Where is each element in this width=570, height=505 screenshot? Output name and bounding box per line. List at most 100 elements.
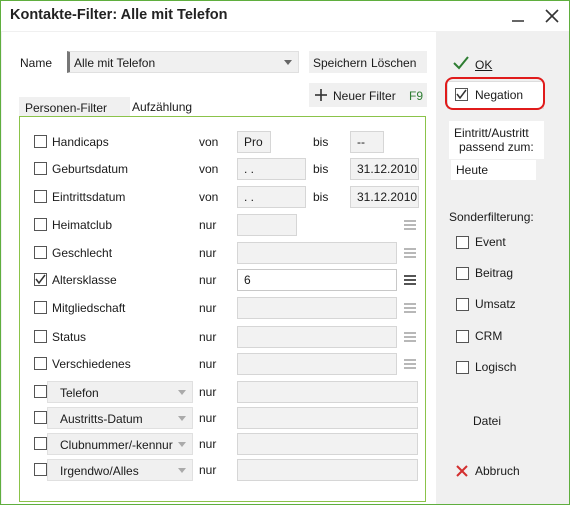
- row-checkbox[interactable]: [34, 135, 47, 148]
- row-field-select[interactable]: Irgendwo/Alles: [47, 459, 193, 481]
- minimize-button[interactable]: [506, 4, 530, 28]
- negation-highlight: [445, 77, 545, 110]
- sonder-label: Sonderfilterung:: [449, 210, 534, 224]
- title-bar: Kontakte-Filter: Alle mit Telefon: [1, 1, 569, 31]
- row-checkbox[interactable]: [34, 301, 47, 314]
- row-label: Geburtsdatum: [52, 162, 129, 176]
- eintritt-value-field[interactable]: Heute: [451, 160, 536, 180]
- row-checkbox[interactable]: [34, 246, 47, 259]
- chevron-down-icon: [178, 390, 186, 395]
- row-value-field[interactable]: [237, 381, 418, 403]
- row-value-field[interactable]: 6: [237, 269, 397, 291]
- row-operator: von: [199, 135, 219, 149]
- row-operator: nur: [199, 273, 217, 287]
- sonder-option-checkbox[interactable]: [456, 267, 469, 280]
- name-select[interactable]: Alle mit Telefon: [67, 51, 299, 73]
- row-checkbox[interactable]: [34, 330, 47, 343]
- row-operator: nur: [199, 411, 217, 425]
- row-value-field[interactable]: [237, 353, 397, 375]
- chevron-down-icon: [178, 468, 186, 473]
- abbruch-button[interactable]: Abbruch: [453, 462, 533, 482]
- row-operator: nur: [199, 246, 217, 260]
- checkmark-icon: [35, 274, 46, 285]
- row-checkbox[interactable]: [34, 273, 47, 286]
- row-checkbox[interactable]: [34, 218, 47, 231]
- row-value-field[interactable]: [237, 297, 397, 319]
- row-operator: nur: [199, 437, 217, 451]
- row-label: Mitgliedschaft: [52, 301, 126, 315]
- row-value-field-2[interactable]: --: [350, 131, 384, 153]
- list-menu-icon[interactable]: [404, 332, 416, 342]
- row-operator: nur: [199, 385, 217, 399]
- sonder-option-label: CRM: [475, 329, 503, 343]
- row-value-field[interactable]: [237, 407, 418, 429]
- row-value-field[interactable]: [237, 242, 397, 264]
- sonder-option-checkbox[interactable]: [456, 298, 469, 311]
- sonder-option-checkbox[interactable]: [456, 236, 469, 249]
- sonder-option-label: Beitrag: [475, 266, 514, 280]
- sonder-option-label: Event: [475, 235, 506, 249]
- row-field-select[interactable]: Telefon: [47, 381, 193, 403]
- minimize-icon: [512, 20, 524, 22]
- row-checkbox[interactable]: [34, 190, 47, 203]
- row-label: Eintrittsdatum: [52, 190, 126, 204]
- row-value-field[interactable]: Pro: [237, 131, 271, 153]
- list-menu-icon[interactable]: [404, 248, 416, 258]
- row-label: Verschiedenes: [52, 357, 131, 371]
- row-checkbox[interactable]: [34, 357, 47, 370]
- row-operator: nur: [199, 301, 217, 315]
- row-value-field[interactable]: [237, 433, 418, 455]
- ok-button[interactable]: OK: [451, 54, 531, 76]
- row-value-field[interactable]: . .: [237, 158, 306, 180]
- sonder-option-checkbox[interactable]: [456, 361, 469, 374]
- row-operator-2: bis: [313, 135, 329, 149]
- list-menu-icon[interactable]: [404, 359, 416, 369]
- close-button[interactable]: [540, 4, 564, 28]
- list-menu-icon[interactable]: [404, 220, 416, 230]
- row-checkbox[interactable]: [34, 385, 47, 398]
- row-operator: nur: [199, 218, 217, 232]
- row-operator: nur: [199, 330, 217, 344]
- row-operator: von: [199, 162, 219, 176]
- checkmark-icon: [453, 56, 469, 70]
- row-operator-2: bis: [313, 190, 329, 204]
- row-field-select[interactable]: Austritts-Datum: [47, 407, 193, 429]
- row-value-field[interactable]: [237, 214, 297, 236]
- list-menu-icon[interactable]: [404, 275, 416, 285]
- row-label: Geschlecht: [52, 246, 113, 260]
- datei-button[interactable]: Datei: [473, 414, 501, 428]
- row-value-field[interactable]: [237, 459, 418, 481]
- row-label: Heimatclub: [52, 218, 113, 232]
- chevron-down-icon: [178, 416, 186, 421]
- row-checkbox[interactable]: [34, 437, 47, 450]
- row-operator: von: [199, 190, 219, 204]
- list-menu-icon[interactable]: [404, 303, 416, 313]
- row-value-field[interactable]: [237, 326, 397, 348]
- new-filter-button[interactable]: Neuer Filter F9: [309, 83, 427, 107]
- eintritt-label-box: Eintritt/Austritt passend zum:: [449, 121, 544, 159]
- row-checkbox[interactable]: [34, 411, 47, 424]
- row-operator-2: bis: [313, 162, 329, 176]
- plus-icon: [315, 89, 327, 101]
- kontakte-filter-window: Kontakte-Filter: Alle mit Telefon Name A…: [0, 0, 570, 505]
- name-label: Name: [20, 56, 53, 70]
- row-operator: nur: [199, 463, 217, 477]
- save-button[interactable]: Speichern: [313, 56, 367, 70]
- row-label: Status: [52, 330, 87, 344]
- row-value-field[interactable]: . .: [237, 186, 306, 208]
- tab-aufzaehlung[interactable]: Aufzählung: [132, 100, 192, 114]
- row-label: Altersklasse: [52, 273, 117, 287]
- row-checkbox[interactable]: [34, 162, 47, 175]
- sonder-option-checkbox[interactable]: [456, 330, 469, 343]
- delete-button[interactable]: Löschen: [371, 56, 416, 70]
- shortcut-label: F9: [409, 89, 424, 103]
- row-label: Handicaps: [52, 135, 109, 149]
- cancel-icon: [456, 465, 468, 477]
- main-panel: Name Alle mit Telefon Speichern Löschen …: [2, 32, 436, 504]
- row-field-select[interactable]: Clubnummer/-kennur: [47, 433, 193, 455]
- row-value-field-2[interactable]: 31.12.2010: [350, 158, 419, 180]
- row-checkbox[interactable]: [34, 463, 47, 476]
- row-value-field-2[interactable]: 31.12.2010: [350, 186, 419, 208]
- tab-personen-filter[interactable]: Personen-Filter: [19, 97, 130, 117]
- chevron-down-icon: [284, 60, 292, 65]
